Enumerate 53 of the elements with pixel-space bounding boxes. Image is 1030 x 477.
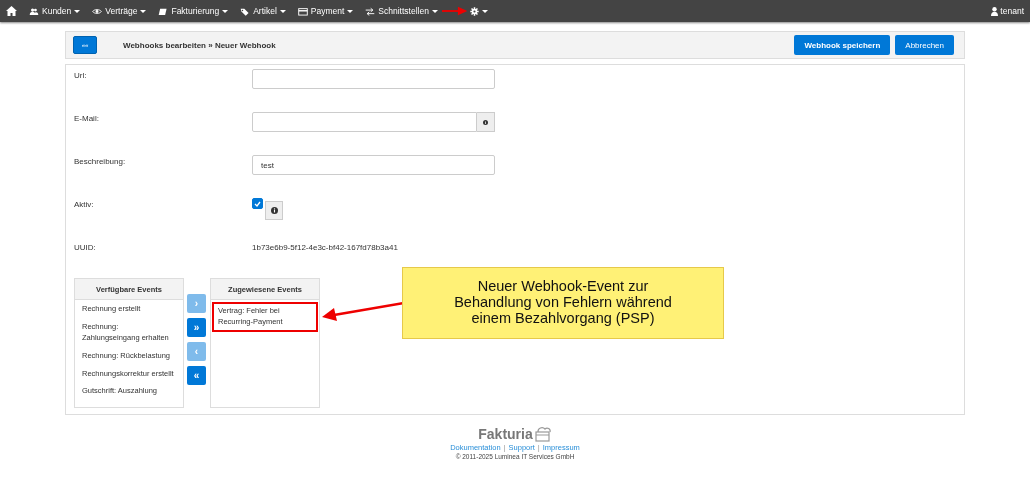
nav-label: Kunden bbox=[42, 6, 72, 16]
field-label: Beschreibung: bbox=[74, 156, 127, 166]
nav-menu-item[interactable]: Fakturierung bbox=[158, 6, 229, 16]
field-label: E-Mail: bbox=[74, 113, 100, 123]
user-icon bbox=[991, 6, 999, 16]
caret-icon bbox=[481, 9, 488, 13]
info-button[interactable] bbox=[477, 112, 495, 132]
move-button[interactable]: » bbox=[187, 318, 206, 337]
user-menu[interactable]: tenant bbox=[991, 6, 1024, 16]
book-icon bbox=[158, 6, 169, 16]
home-icon[interactable] bbox=[6, 6, 17, 16]
info-icon bbox=[483, 118, 488, 126]
annotation-arrow bbox=[441, 5, 468, 17]
field-value: 1b73e6b9-5f12-4e3c-bf42-167fd78b3a41 bbox=[252, 242, 399, 252]
nav-menu-item[interactable]: Schnittstellen bbox=[365, 6, 438, 16]
users-icon bbox=[29, 6, 39, 16]
gear-icon bbox=[469, 6, 479, 16]
text-field[interactable] bbox=[252, 112, 477, 132]
nav-menu-item[interactable]: Payment bbox=[297, 6, 354, 16]
nav-label: Artikel bbox=[253, 6, 277, 16]
caret-icon bbox=[140, 9, 147, 13]
info-icon bbox=[270, 207, 278, 214]
field-label: Url: bbox=[74, 70, 88, 80]
settings-menu[interactable] bbox=[469, 6, 488, 16]
card-icon bbox=[297, 6, 308, 16]
caret-icon bbox=[279, 9, 286, 13]
nav-label: Payment bbox=[310, 6, 345, 16]
exchange-icon bbox=[365, 6, 376, 16]
nav-menu-item[interactable]: Kunden bbox=[29, 6, 81, 16]
info-button[interactable] bbox=[265, 201, 283, 220]
logo-text: Fakturia bbox=[478, 426, 533, 442]
nav-label: Schnittstellen bbox=[378, 6, 429, 16]
nav-label: Verträge bbox=[105, 6, 138, 16]
cancel-button[interactable]: Abbrechen bbox=[895, 35, 954, 55]
page-title: Webhooks bearbeiten » Neuer Webhook bbox=[123, 40, 276, 50]
save-button[interactable]: Webhook speichern bbox=[794, 35, 891, 55]
field-label: UUID: bbox=[74, 242, 97, 252]
caret-icon bbox=[431, 9, 438, 13]
checkbox[interactable] bbox=[252, 198, 263, 209]
cloud-box-icon bbox=[533, 425, 552, 442]
eye-icon bbox=[92, 6, 103, 16]
nav-label: Fakturierung bbox=[171, 6, 220, 16]
tag-icon bbox=[240, 6, 251, 16]
move-button[interactable]: « bbox=[187, 366, 206, 385]
caret-icon bbox=[347, 9, 354, 13]
caret-icon bbox=[222, 9, 229, 13]
callout-note: Neuer Webhook-Event zur Behandlung von Fehlern während einem Bezahlvorgang (PSP) bbox=[402, 267, 724, 339]
field-label: Aktiv: bbox=[74, 199, 95, 209]
text-field[interactable]: test bbox=[252, 155, 495, 175]
caret-icon bbox=[74, 9, 81, 13]
nav-menu-item[interactable]: Artikel bbox=[240, 6, 286, 16]
text-field[interactable] bbox=[252, 69, 495, 89]
nav-menu-item[interactable]: Verträge bbox=[92, 6, 147, 16]
